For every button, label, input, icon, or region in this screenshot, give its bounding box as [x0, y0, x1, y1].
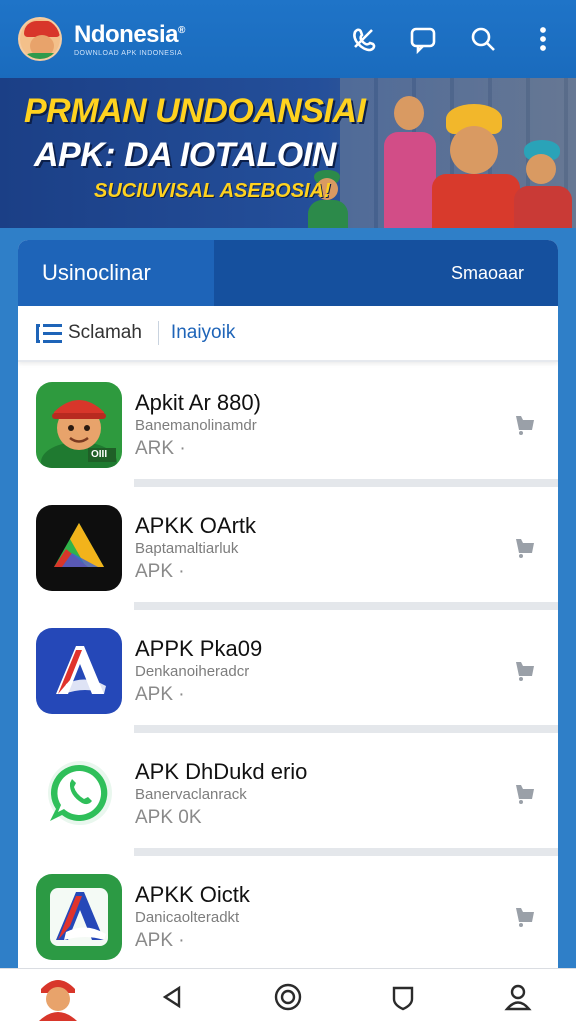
- a-logo-green-app-icon: [36, 874, 122, 960]
- download-icon[interactable]: [512, 779, 538, 805]
- app-list: OIII Apkit Ar 880) Banemanolinamdr ARK ·…: [18, 364, 558, 979]
- mascot-badge-text: OIII: [91, 449, 108, 460]
- app-title: APKK Oictk: [135, 882, 250, 907]
- filter-divider: [157, 321, 159, 345]
- filter-bar: Sclamah Inaiyoik: [18, 306, 558, 362]
- download-icon[interactable]: [512, 656, 538, 682]
- search-icon[interactable]: [468, 24, 498, 54]
- list-item[interactable]: APPK Pka09 Denkanoiheradcr APK ·: [18, 610, 558, 733]
- item-divider: [134, 602, 558, 610]
- home-circle-icon[interactable]: [264, 973, 312, 1021]
- banner-tagline: SUCIUVISAL ASEBOSIA!: [94, 180, 331, 202]
- item-divider: [134, 848, 558, 856]
- a-logo-app-icon: [36, 628, 122, 714]
- download-icon[interactable]: [512, 533, 538, 559]
- app-meta: APK ·: [135, 561, 185, 582]
- app-subtitle: Danicaolteradkt: [135, 909, 240, 926]
- app-list-card: Usinoclinar Smaoaar Sclamah Inaiyoik OII…: [18, 240, 558, 980]
- list-filter-icon[interactable]: [36, 322, 62, 344]
- banner-person-right: [512, 140, 574, 228]
- app-meta: APK ·: [135, 684, 185, 705]
- mascot-logo-icon[interactable]: [18, 17, 62, 61]
- app-meta: APK 0K: [135, 807, 202, 828]
- filter-label[interactable]: Sclamah: [68, 322, 142, 344]
- item-divider: [134, 725, 558, 733]
- card-header: Usinoclinar Smaoaar: [18, 240, 558, 306]
- phone-off-icon[interactable]: [348, 24, 378, 54]
- promo-banner[interactable]: PRMAN UNDOANSIAI APK: DA IOTALOIN SUCIUV…: [0, 78, 576, 228]
- mascot-app-icon: OIII: [36, 382, 122, 468]
- banner-person-center: [430, 104, 522, 228]
- back-icon[interactable]: [149, 973, 197, 1021]
- list-item[interactable]: OIII Apkit Ar 880) Banemanolinamdr ARK ·: [18, 364, 558, 487]
- tab-secondary[interactable]: Smaoaar: [214, 240, 558, 306]
- more-vert-icon[interactable]: [528, 24, 558, 54]
- filter-link[interactable]: Inaiyoik: [171, 322, 235, 344]
- app-subtitle: Baptamaltiarluk: [135, 540, 239, 557]
- app-subtitle: Denkanoiheradcr: [135, 663, 250, 680]
- banner-headline: PRMAN UNDOANSIAI: [24, 92, 366, 130]
- chat-icon[interactable]: [408, 24, 438, 54]
- app-meta: ARK ·: [135, 438, 186, 459]
- app-subtitle: Banemanolinamdr: [135, 417, 257, 434]
- app-title: APK DhDukd erio: [135, 759, 308, 784]
- app-name: Ndonesia: [74, 21, 179, 48]
- app-tagline: DOWNLOAD APK INDONESIA: [74, 50, 183, 57]
- download-icon[interactable]: [512, 902, 538, 928]
- whatsapp-app-icon: [36, 751, 122, 837]
- app-meta: APK ·: [135, 930, 185, 951]
- app-title: Apkit Ar 880): [135, 390, 261, 415]
- item-divider: [134, 479, 558, 487]
- shield-icon[interactable]: [379, 973, 427, 1021]
- avatar-nav-icon[interactable]: [34, 973, 82, 1021]
- app-title: APPK Pka09: [135, 636, 263, 661]
- app-title: APKK OArtk: [135, 513, 257, 538]
- triangle-app-icon: [36, 505, 122, 591]
- profile-icon[interactable]: [494, 973, 542, 1021]
- list-item[interactable]: APKK OArtk Baptamaltiarluk APK ·: [18, 487, 558, 610]
- list-item[interactable]: APKK Oictk Danicaolteradkt APK ·: [18, 856, 558, 979]
- download-icon[interactable]: [512, 410, 538, 436]
- registered-mark: ®: [178, 25, 185, 36]
- brand: Ndonesia® DOWNLOAD APK INDONESIA: [74, 21, 185, 57]
- list-item[interactable]: APK DhDukd erio Banervaclanrack APK 0K: [18, 733, 558, 856]
- banner-subheadline: APK: DA IOTALOIN: [34, 136, 336, 174]
- app-subtitle: Banervaclanrack: [135, 786, 247, 803]
- app-bar: Ndonesia® DOWNLOAD APK INDONESIA: [0, 0, 576, 78]
- bottom-navigation: [0, 968, 576, 1024]
- tab-primary[interactable]: Usinoclinar: [18, 240, 214, 306]
